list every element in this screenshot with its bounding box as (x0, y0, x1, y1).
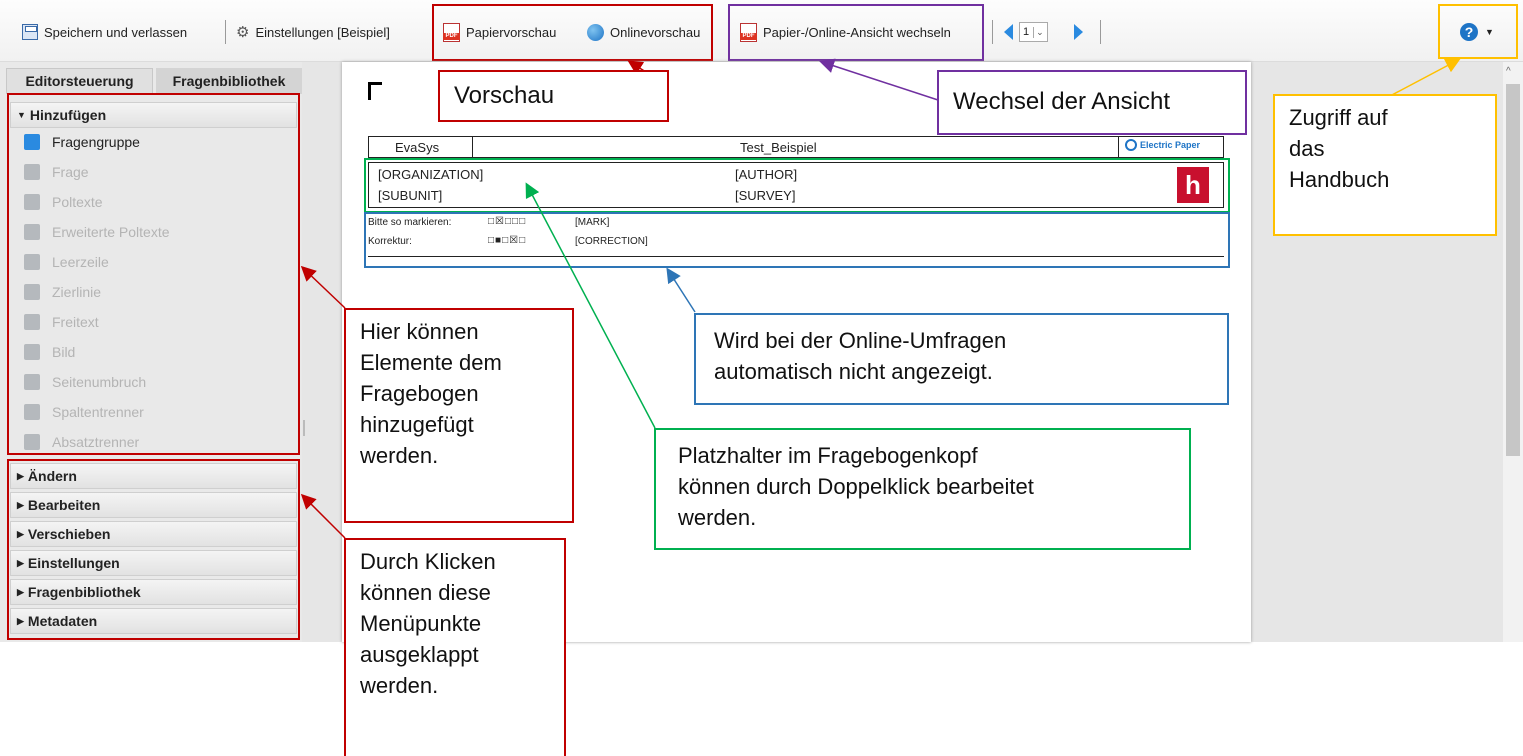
online-arrow (666, 267, 696, 313)
annotation-line: ausgeklappt (360, 642, 479, 667)
annotation-line: werden. (360, 673, 439, 698)
annotation-online: Wird bei der Online-Umfragen automatisch… (694, 313, 1229, 405)
expand-arrow (300, 493, 346, 539)
annotation-preview: Vorschau (438, 70, 669, 122)
annotation-line: Handbuch (1289, 167, 1390, 192)
annotation-line: Durch Klicken (360, 549, 496, 574)
annotation-placeholder: Platzhalter im Fragebogenkopf können dur… (654, 428, 1191, 550)
annotation-line: Platzhalter im Fragebogenkopf (678, 443, 978, 468)
annotation-add: Hier können Elemente dem Fragebogen hinz… (344, 308, 574, 523)
annotation-expand: Durch Klicken können diese Menüpunkte au… (344, 538, 566, 756)
switch-arrow (819, 58, 939, 101)
annotation-text: Vorschau (454, 82, 555, 109)
annotation-line: können diese (360, 580, 491, 605)
annotation-line: werden. (360, 443, 439, 468)
annotation-manual: Zugriff auf das Handbuch (1273, 94, 1497, 236)
annotation-line: Hier können (360, 319, 479, 344)
annotation-line: Zugriff auf (1289, 105, 1388, 130)
annotation-line: automatisch nicht angezeigt. (714, 359, 993, 384)
add-arrow (300, 265, 346, 309)
annotation-line: das (1289, 136, 1325, 161)
annotation-line: Fragebogen (360, 381, 479, 406)
annotation-line: Menüpunkte (360, 611, 482, 636)
annotation-line: hinzugefügt (360, 412, 474, 437)
annotation-text: Wechsel der Ansicht (953, 88, 1170, 115)
annotation-switch: Wechsel der Ansicht (937, 70, 1247, 135)
help-arrow (1389, 58, 1461, 97)
annotation-line: werden. (678, 505, 757, 530)
annotation-line: können durch Doppelklick bearbeitet (678, 474, 1034, 499)
annotation-line: Wird bei der Online-Umfragen (714, 328, 1007, 353)
annotation-line: Elemente dem (360, 350, 502, 375)
